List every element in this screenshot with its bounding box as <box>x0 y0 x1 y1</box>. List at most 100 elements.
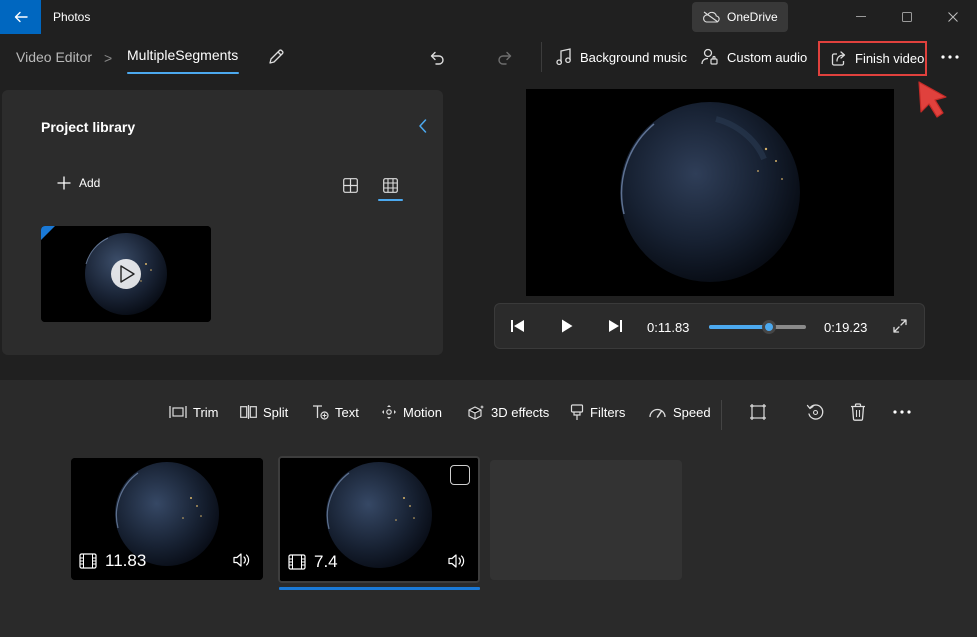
motion-button[interactable]: Motion <box>381 402 442 422</box>
collapse-library-button[interactable] <box>415 117 431 135</box>
motion-icon <box>382 405 396 419</box>
background-music-button[interactable]: Background music <box>556 46 687 68</box>
trim-button[interactable]: Trim <box>169 402 219 422</box>
add-label: Add <box>79 176 101 190</box>
music-note-icon <box>556 48 571 66</box>
red-pointer-cursor-icon <box>916 80 950 122</box>
maximize-icon <box>902 12 912 22</box>
breadcrumb-video-editor[interactable]: Video Editor <box>16 49 92 65</box>
volume-icon <box>448 554 465 568</box>
view-active-indicator <box>378 199 403 201</box>
grid-small-icon <box>382 177 398 193</box>
3d-effects-label: 3D effects <box>491 404 550 420</box>
person-audio-icon <box>701 48 718 65</box>
text-button[interactable]: Text <box>312 402 359 422</box>
project-library-title: Project library <box>41 119 136 135</box>
3d-effects-button[interactable]: 3D effects <box>467 402 549 422</box>
redo-icon <box>498 51 512 65</box>
app-title: Photos <box>53 10 91 24</box>
finish-video-label: Finish video <box>855 51 925 66</box>
rotate-button[interactable] <box>805 402 825 422</box>
add-media-button[interactable]: Add <box>57 176 100 190</box>
skip-forward-icon <box>609 320 622 332</box>
clip-2-select-checkbox[interactable] <box>450 465 470 485</box>
rename-button[interactable] <box>265 46 287 68</box>
split-label: Split <box>263 404 289 420</box>
skip-forward-button[interactable] <box>606 317 624 335</box>
speed-label: Speed <box>673 404 711 420</box>
seek-bar-handle[interactable] <box>761 320 776 334</box>
cloud-offline-icon <box>703 11 720 23</box>
small-grid-view-button[interactable] <box>380 175 400 195</box>
volume-icon <box>233 553 250 567</box>
empty-clip-slot[interactable] <box>490 460 682 580</box>
clip-2-info: 7.4 <box>288 552 338 572</box>
undo-icon <box>430 51 444 65</box>
clip-1-volume-button[interactable] <box>233 552 251 568</box>
library-video-thumbnail[interactable] <box>41 226 211 322</box>
skip-back-button[interactable] <box>509 317 527 335</box>
close-icon <box>948 12 958 22</box>
back-arrow-icon <box>14 11 28 23</box>
title-bar <box>0 0 977 34</box>
film-icon <box>79 553 97 569</box>
seek-bar-progress <box>709 325 769 329</box>
undo-button[interactable] <box>426 46 448 68</box>
clip-1-duration: 11.83 <box>105 551 147 570</box>
film-icon <box>288 554 306 570</box>
onedrive-button[interactable]: OneDrive <box>692 2 788 32</box>
filters-label: Filters <box>590 404 626 420</box>
storyboard-clip-2[interactable]: 7.4 <box>278 456 480 583</box>
video-preview <box>526 89 894 296</box>
breadcrumb-separator: > <box>104 50 113 66</box>
trim-label: Trim <box>193 404 219 420</box>
more-icon <box>893 410 911 414</box>
trash-icon <box>851 403 865 421</box>
toolbar-divider <box>721 400 722 430</box>
plus-icon <box>57 176 71 190</box>
clip-2-volume-button[interactable] <box>448 553 466 569</box>
trim-icon <box>169 406 187 418</box>
selected-clip-indicator <box>279 587 480 590</box>
current-time: 0:11.83 <box>647 320 690 335</box>
split-button[interactable]: Split <box>240 402 288 422</box>
fullscreen-button[interactable] <box>891 317 909 335</box>
breadcrumb-project-name[interactable]: MultipleSegments <box>127 47 238 63</box>
more-icon <box>941 55 959 59</box>
skip-back-icon <box>511 320 524 332</box>
redo-button[interactable] <box>494 46 516 68</box>
onedrive-label: OneDrive <box>727 10 778 24</box>
play-button[interactable] <box>558 317 576 335</box>
header-divider <box>541 42 542 72</box>
text-label: Text <box>335 404 359 420</box>
grid-large-icon <box>342 177 358 193</box>
custom-audio-button[interactable]: Custom audio <box>701 46 807 68</box>
background-music-label: Background music <box>580 49 687 65</box>
storyboard-more-button[interactable] <box>890 402 914 422</box>
total-time: 0:19.23 <box>824 320 868 335</box>
speed-button[interactable]: Speed <box>648 402 711 422</box>
rotate-icon <box>806 404 824 420</box>
resize-button[interactable] <box>748 402 768 422</box>
expand-icon <box>893 319 907 333</box>
clip-1-info: 11.83 <box>79 551 146 571</box>
minimize-icon <box>856 16 866 17</box>
3d-effects-icon <box>468 405 484 420</box>
filters-button[interactable]: Filters <box>570 402 625 422</box>
breadcrumb-active-indicator <box>127 72 239 74</box>
maximize-button[interactable] <box>884 0 930 34</box>
share-export-icon <box>831 50 846 66</box>
back-button[interactable] <box>0 0 41 34</box>
play-icon <box>562 319 573 333</box>
crop-resize-icon <box>750 404 766 420</box>
more-options-button[interactable] <box>938 46 962 68</box>
finish-video-button[interactable]: Finish video <box>818 41 927 76</box>
text-icon <box>313 405 329 420</box>
earth-preview-image <box>526 89 894 296</box>
delete-button[interactable] <box>848 402 868 422</box>
large-grid-view-button[interactable] <box>340 175 360 195</box>
close-button[interactable] <box>930 0 976 34</box>
storyboard-clip-1[interactable]: 11.83 <box>71 458 263 580</box>
motion-label: Motion <box>403 404 443 420</box>
minimize-button[interactable] <box>838 0 884 34</box>
